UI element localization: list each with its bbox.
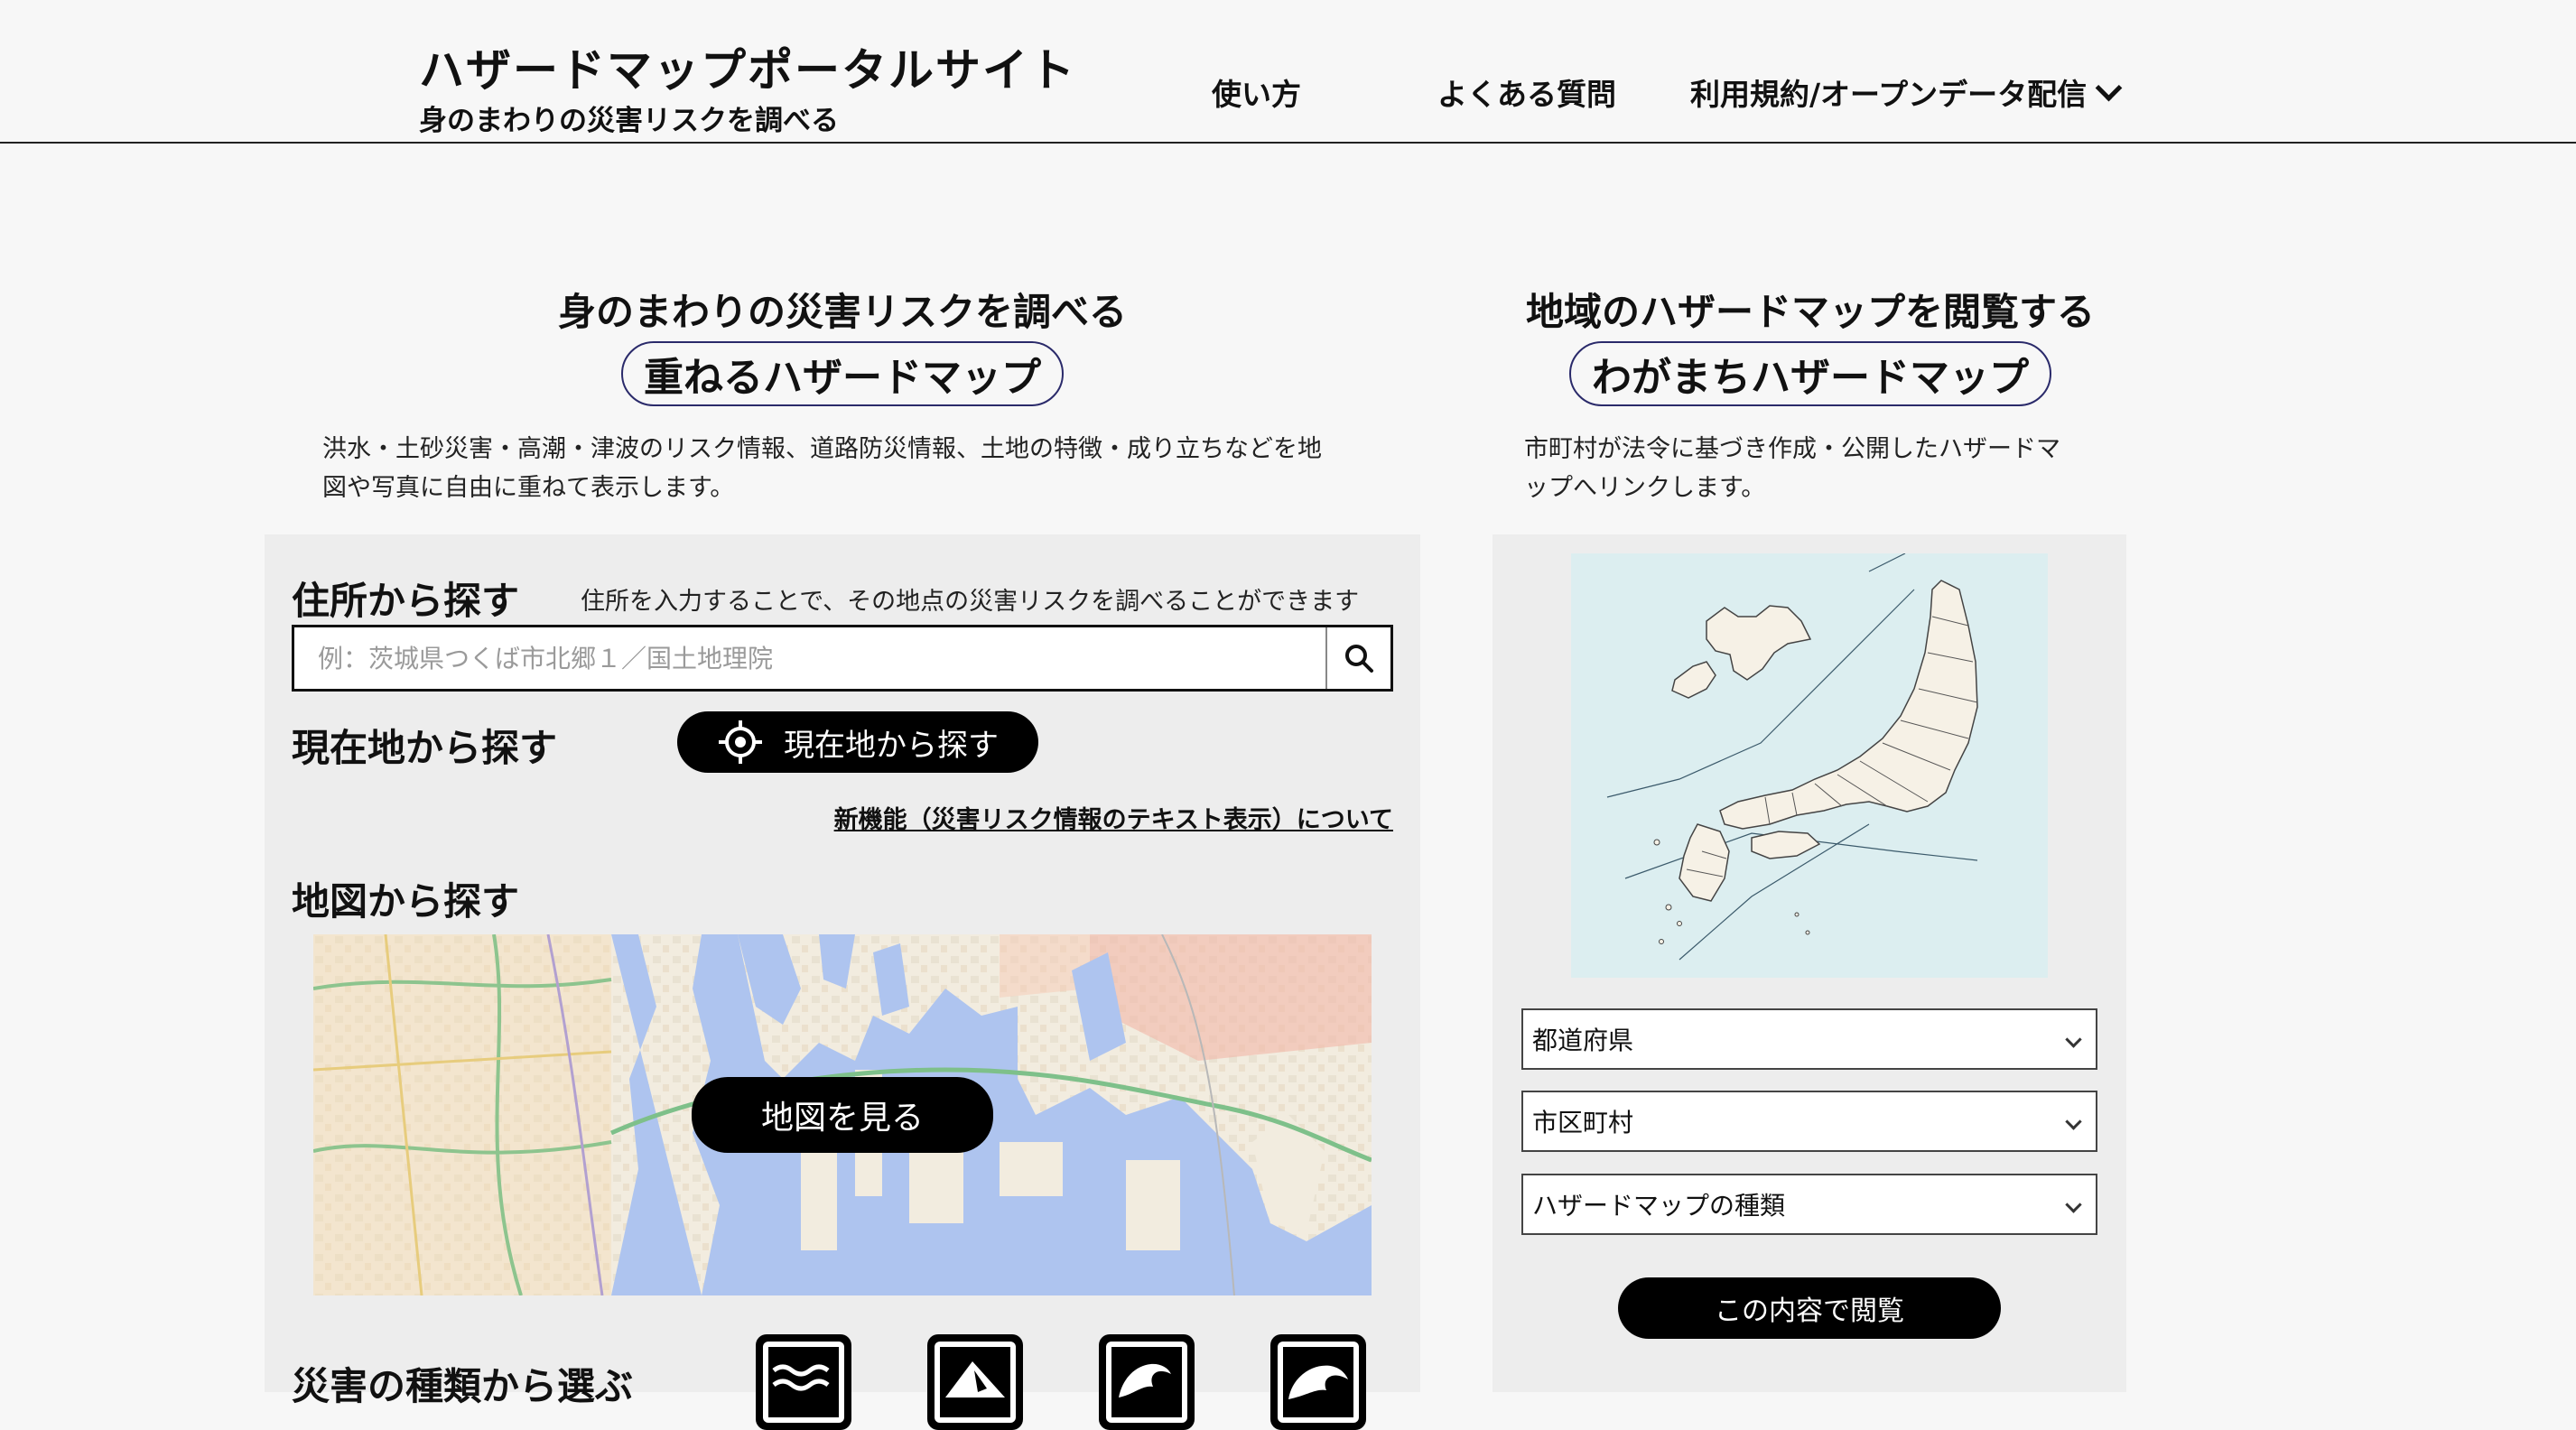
chevron-down-icon xyxy=(2065,1196,2082,1213)
map-search-heading: 地図から探す xyxy=(292,879,520,924)
hazard-map-type-select-value: ハザードマップの種類 xyxy=(1532,1191,1786,1221)
current-location-heading: 現在地から探す xyxy=(292,726,558,770)
chevron-down-icon xyxy=(2095,74,2123,102)
address-search-heading: 住所から探す xyxy=(292,579,520,623)
landslide-icon[interactable] xyxy=(927,1334,1023,1430)
left-section-heading: 身のまわりの災害リスクを調べる xyxy=(557,290,1127,334)
storm-surge-icon[interactable] xyxy=(1099,1334,1195,1430)
view-map-button[interactable]: 地図を見る xyxy=(692,1077,993,1153)
site-header: ハザードマップポータルサイト 身のまわりの災害リスクを調べる 使い方 よくある質… xyxy=(0,0,2576,144)
right-section-description: 市町村が法令に基づき作成・公開したハザードマ ップへリンクします。 xyxy=(1524,430,2120,507)
chevron-down-icon xyxy=(2065,1031,2082,1048)
nav-terms-label: 利用規約/オープンデータ配信 xyxy=(1690,77,2088,112)
crosshair-icon xyxy=(719,720,762,764)
new-feature-link[interactable]: 新機能（災害リスク情報のテキスト表示）について xyxy=(834,800,1393,835)
search-button[interactable] xyxy=(1325,627,1390,689)
prefecture-select-value: 都道府県 xyxy=(1532,1026,1634,1055)
right-description-line1: 市町村が法令に基づき作成・公開したハザードマ xyxy=(1524,435,2060,463)
view-hazard-map-button[interactable]: この内容で閲覧 xyxy=(1618,1277,2001,1339)
nav-terms-opendata[interactable]: 利用規約/オープンデータ配信 xyxy=(1690,70,2123,114)
flood-icon-graphic xyxy=(763,1342,844,1423)
current-location-button[interactable]: 現在地から探す xyxy=(677,711,1038,773)
storm-surge-icon-graphic xyxy=(1106,1342,1187,1423)
map-preview[interactable]: 地図を見る xyxy=(313,934,1372,1295)
address-search-input[interactable] xyxy=(294,627,1330,689)
left-description-line1: 洪水・土砂災害・高潮・津波のリスク情報、道路防災情報、土地の特徴・成り立ちなどを… xyxy=(322,435,1322,463)
municipality-select-value: 市区町村 xyxy=(1532,1108,1634,1138)
nav-faq[interactable]: よくある質問 xyxy=(1437,70,1616,114)
address-search-note: 住所を入力することで、その地点の災害リスクを調べることができます xyxy=(581,588,1360,616)
wagamachi-hazard-map-pill[interactable]: わがまちハザードマップ xyxy=(1569,341,2051,406)
tsunami-icon-graphic xyxy=(1278,1342,1359,1423)
search-icon xyxy=(1345,645,1373,673)
flood-icon[interactable] xyxy=(756,1334,851,1430)
address-search-box xyxy=(292,625,1393,692)
landslide-icon-graphic xyxy=(935,1342,1016,1423)
right-section-heading: 地域のハザードマップを閲覧する xyxy=(1525,290,2095,334)
left-section-description: 洪水・土砂災害・高潮・津波のリスク情報、道路防災情報、土地の特徴・成り立ちなどを… xyxy=(322,430,1406,507)
tsunami-icon[interactable] xyxy=(1270,1334,1366,1430)
hazard-map-type-select[interactable]: ハザードマップの種類 xyxy=(1521,1174,2097,1235)
japan-map[interactable] xyxy=(1571,552,2048,978)
site-subtitle: 身のまわりの災害リスクを調べる xyxy=(419,105,839,137)
nav-how-to-use[interactable]: 使い方 xyxy=(1212,70,1301,114)
nav-how-to-use-label: 使い方 xyxy=(1212,77,1301,112)
left-description-line2: 図や写真に自由に重ねて表示します。 xyxy=(322,474,735,502)
japan-map-graphic xyxy=(1606,552,1978,961)
current-location-button-label: 現在地から探す xyxy=(784,727,999,764)
disaster-type-heading: 災害の種類から選ぶ xyxy=(292,1364,634,1408)
prefecture-select[interactable]: 都道府県 xyxy=(1521,1008,2097,1070)
kasaneru-hazard-map-pill[interactable]: 重ねるハザードマップ xyxy=(621,341,1064,406)
site-title[interactable]: ハザードマップポータルサイト xyxy=(419,34,1076,99)
nav-faq-label: よくある質問 xyxy=(1437,77,1616,112)
right-description-line2: ップへリンクします。 xyxy=(1524,474,1766,502)
chevron-down-icon xyxy=(2065,1113,2082,1130)
municipality-select[interactable]: 市区町村 xyxy=(1521,1091,2097,1152)
